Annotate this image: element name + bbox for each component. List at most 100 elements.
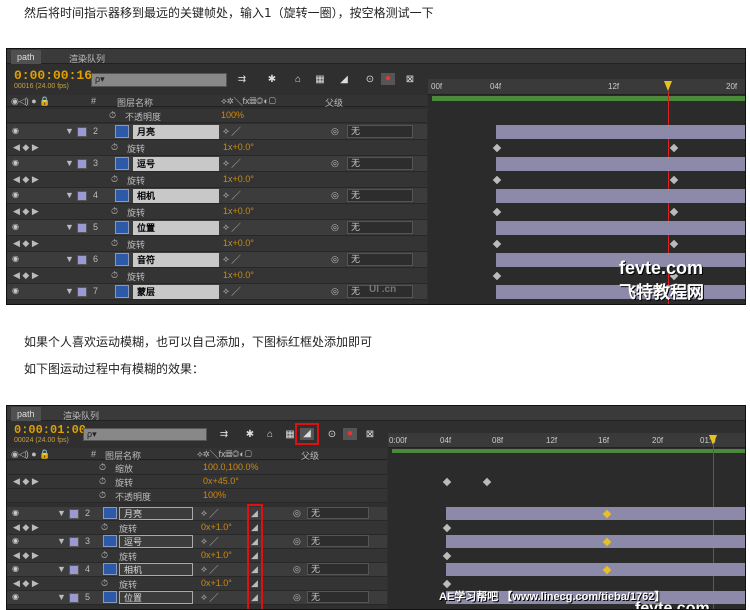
layer-row[interactable]: ◉ ▼ 4 相机 ⟡ ╱ ◎ 无 — [7, 188, 427, 204]
twirl-arrow-icon[interactable]: ▼ — [57, 592, 66, 602]
property-value[interactable]: 0x+1.0° — [201, 550, 232, 560]
switch-icons[interactable]: ⟡ ╱ — [201, 508, 218, 519]
keyframe-nav-icon[interactable]: ◀ ◆ ▶ — [13, 550, 39, 561]
parent-pickwhip-icon[interactable]: ◎ — [293, 508, 301, 519]
keyframe[interactable] — [669, 175, 679, 185]
keyframe-nav-icon[interactable]: ◀ ◆ ▶ — [13, 522, 39, 533]
layer-name[interactable]: 蒙层 — [133, 285, 219, 299]
property-value[interactable]: 100.0,100.0% — [203, 462, 259, 472]
eye-icon[interactable]: ◉ — [12, 159, 23, 167]
render-icon[interactable]: ⊠ — [403, 74, 417, 86]
timecode[interactable]: 0:00:00:16 — [14, 68, 92, 83]
eye-icon[interactable]: ◉ — [12, 537, 23, 545]
brainstorm-icon[interactable]: ● — [381, 73, 395, 85]
comp-mini-flowchart-icon[interactable]: ⇉ — [217, 429, 231, 441]
eye-icon[interactable]: ◉ — [12, 287, 23, 295]
switch-icons[interactable]: ⟡ ╱ — [223, 254, 240, 265]
layer-duration-bar[interactable] — [496, 221, 745, 235]
parent-pickwhip-icon[interactable]: ◎ — [293, 564, 301, 575]
layer-row[interactable]: ◉ ▼ 3 逗号 ⟡ ╱ ◢ ◎ 无 — [7, 535, 387, 549]
property-value[interactable]: 1x+0.0° — [223, 206, 254, 216]
stopwatch-icon[interactable]: ⏱ — [109, 110, 116, 121]
property-value[interactable]: 100% — [221, 110, 244, 120]
graph-editor-icon[interactable]: ⊙ — [325, 429, 339, 441]
shy-layers-icon[interactable]: ⌂ — [263, 429, 277, 441]
draft-3d-icon[interactable]: ✱ — [243, 429, 257, 441]
switch-icons[interactable]: ⟡ ╱ — [223, 286, 240, 297]
timeline-area[interactable]: 0:00f 04f 08f 12f 16f 20f 01:0 — [388, 433, 745, 609]
layer-search-input[interactable]: ρ▾ — [91, 73, 227, 87]
tab-path[interactable]: path — [11, 407, 41, 421]
motion-blur-icon[interactable]: ◢ — [337, 74, 351, 86]
keyframe[interactable] — [442, 477, 452, 487]
stopwatch-icon[interactable]: ⏱ — [99, 476, 106, 487]
layer-name[interactable]: 位置 — [119, 591, 193, 604]
time-ruler[interactable]: 00f 04f 12f 20f — [428, 79, 745, 95]
layer-row[interactable]: ◉ ▼ 2 月亮 ⟡ ╱ ◢ ◎ 无 — [7, 507, 387, 521]
layer-name[interactable]: 月亮 — [119, 507, 193, 520]
twirl-arrow-icon[interactable]: ▼ — [57, 564, 66, 574]
switch-icons[interactable]: ⟡ ╱ — [223, 190, 240, 201]
parent-dropdown[interactable]: 无 — [307, 535, 369, 547]
keyframe[interactable] — [492, 207, 502, 217]
property-value[interactable]: 100% — [203, 490, 226, 500]
layer-name[interactable]: 逗号 — [133, 157, 219, 171]
tab-render-queue[interactable]: 渲染队列 — [63, 50, 111, 64]
twirl-arrow-icon[interactable]: ▼ — [57, 508, 66, 518]
layer-name[interactable]: 相机 — [119, 563, 193, 576]
keyframe[interactable] — [442, 523, 452, 533]
twirl-arrow-icon[interactable]: ▼ — [65, 254, 74, 264]
property-value[interactable]: 1x+0.0° — [223, 142, 254, 152]
label-color-swatch[interactable] — [77, 255, 87, 265]
layer-name[interactable]: 音符 — [133, 253, 219, 267]
stopwatch-icon[interactable]: ⏱ — [101, 578, 108, 589]
property-value[interactable]: 0x+45.0° — [203, 476, 239, 486]
property-value[interactable]: 0x+1.0° — [201, 578, 232, 588]
switch-icons[interactable]: ⟡ ╱ — [223, 158, 240, 169]
eye-icon[interactable]: ◉ — [12, 255, 23, 263]
stopwatch-icon[interactable]: ⏱ — [101, 522, 108, 533]
layer-duration-bar[interactable] — [446, 507, 745, 520]
stopwatch-icon[interactable]: ⏱ — [111, 174, 118, 185]
twirl-arrow-icon[interactable]: ▼ — [65, 126, 74, 136]
twirl-arrow-icon[interactable]: ▼ — [65, 286, 74, 296]
layer-row[interactable]: ◉ ▼ 2 月亮 ⟡ ╱ ◎ 无 — [7, 124, 427, 140]
label-color-swatch[interactable] — [69, 537, 79, 547]
layer-name[interactable]: 月亮 — [133, 125, 219, 139]
eye-icon[interactable]: ◉ — [12, 223, 23, 231]
layer-duration-bar[interactable] — [496, 157, 745, 171]
keyframe[interactable] — [669, 143, 679, 153]
keyframe[interactable] — [492, 175, 502, 185]
parent-dropdown[interactable]: 无 — [347, 221, 413, 234]
layer-name[interactable]: 逗号 — [119, 535, 193, 548]
stopwatch-icon[interactable]: ⏱ — [111, 206, 118, 217]
tab-render-queue[interactable]: 渲染队列 — [57, 407, 105, 421]
parent-pickwhip-icon[interactable]: ◎ — [293, 536, 301, 547]
layer-name[interactable]: 位置 — [133, 221, 219, 235]
timecode[interactable]: 0:00:01:00 — [14, 423, 86, 437]
parent-pickwhip-icon[interactable]: ◎ — [293, 592, 301, 603]
property-value[interactable]: 1x+0.0° — [223, 174, 254, 184]
work-area-bar[interactable] — [432, 96, 745, 101]
layer-row[interactable]: ◉ ▼ 4 相机 ⟡ ╱ ◢ ◎ 无 — [7, 563, 387, 577]
layer-row[interactable]: ◉ ▼ 7 蒙层 ⟡ ╱ ◎ 无 — [7, 284, 427, 300]
label-color-swatch[interactable] — [77, 287, 87, 297]
parent-pickwhip-icon[interactable]: ◎ — [331, 254, 339, 265]
switch-icons[interactable]: ⟡ ╱ — [201, 592, 218, 603]
parent-dropdown[interactable]: 无 — [307, 591, 369, 603]
render-icon[interactable]: ⊠ — [363, 429, 377, 441]
stopwatch-icon[interactable]: ⏱ — [99, 462, 106, 473]
twirl-arrow-icon[interactable]: ▼ — [65, 190, 74, 200]
keyframe[interactable] — [442, 551, 452, 561]
keyframe-nav-icon[interactable]: ◀ ◆ ▶ — [13, 578, 39, 589]
layer-row[interactable]: ◉ ▼ 5 位置 ⟡ ╱ ◎ 无 — [7, 220, 427, 236]
layer-row[interactable]: ◉ ▼ 3 逗号 ⟡ ╱ ◎ 无 — [7, 156, 427, 172]
keyframe[interactable] — [492, 239, 502, 249]
layer-duration-bar[interactable] — [446, 535, 745, 548]
parent-pickwhip-icon[interactable]: ◎ — [331, 286, 339, 297]
eye-icon[interactable]: ◉ — [12, 127, 23, 135]
keyframe[interactable] — [669, 239, 679, 249]
stopwatch-icon[interactable]: ⏱ — [111, 270, 118, 281]
layer-duration-bar[interactable] — [496, 125, 745, 139]
twirl-arrow-icon[interactable]: ▼ — [57, 536, 66, 546]
